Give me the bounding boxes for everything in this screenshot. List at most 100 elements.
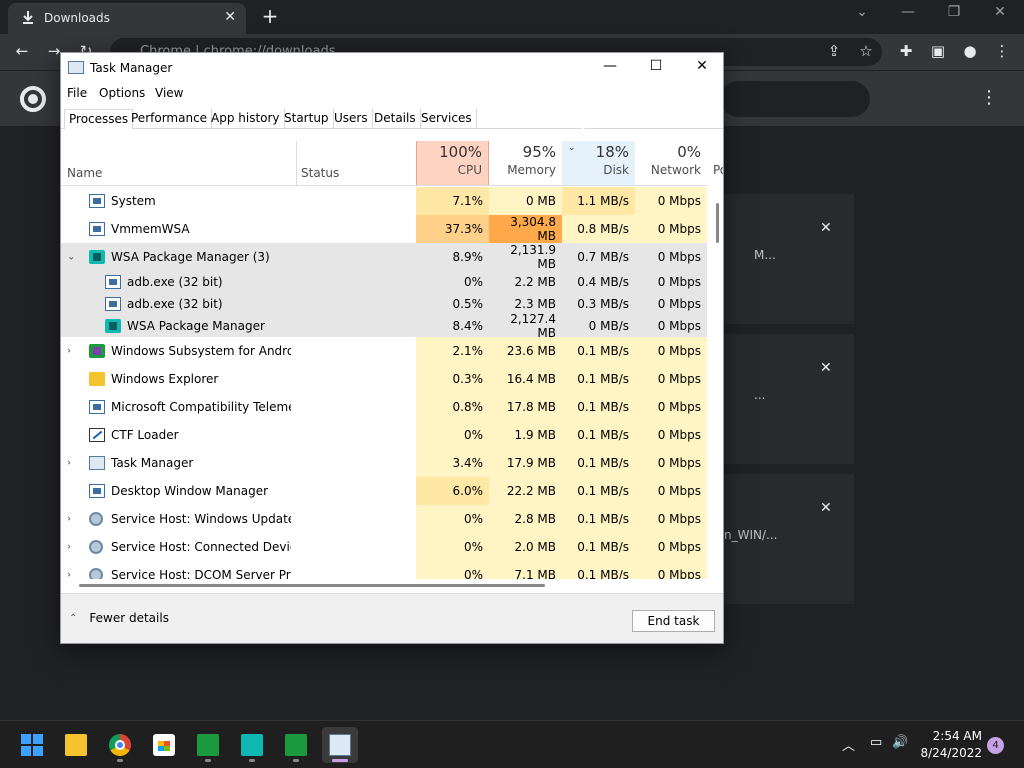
back-icon[interactable]: ← (12, 42, 32, 60)
chevron-right-icon[interactable]: › (67, 570, 71, 580)
taskbar-android-app[interactable] (278, 727, 314, 763)
downloads-search-input[interactable] (720, 81, 870, 117)
bookmark-star-icon[interactable]: ☆ (856, 42, 876, 60)
taskbar-store[interactable] (146, 727, 182, 763)
taskbar-chrome[interactable] (102, 727, 138, 763)
tab-users[interactable]: Users (330, 109, 373, 129)
memory-value: 7.1 MB (489, 561, 562, 579)
process-name: Windows Subsystem for Androi... (111, 344, 291, 358)
disk-value: 0.1 MB/s (562, 365, 635, 393)
end-task-button[interactable]: End task (632, 610, 715, 632)
taskbar-task-manager[interactable] (322, 727, 358, 763)
process-row[interactable]: › Windows Subsystem for Androi... 2.1% 23.6… (61, 337, 707, 365)
clock-time[interactable]: 2:54 AM (928, 729, 982, 743)
memory-value: 2.8 MB (489, 505, 562, 533)
process-name: Microsoft Compatibility Teleme... (111, 400, 291, 414)
column-disk[interactable]: ⌄ 18% Disk (562, 141, 635, 185)
tab-downloads[interactable]: Downloads ✕ (8, 3, 246, 34)
network-value: 0 Mbps (635, 449, 707, 477)
downloads-menu-icon[interactable]: ⋮ (980, 87, 998, 108)
disk-value: 1.1 MB/s (562, 187, 635, 215)
chevron-right-icon[interactable]: › (67, 458, 71, 469)
vertical-scroll-thumb[interactable] (716, 203, 719, 243)
process-row[interactable]: adb.exe (32 bit) 0% 2.2 MB 0.4 MB/s 0 Mbps (61, 271, 707, 293)
process-row[interactable]: CTF Loader 0% 1.9 MB 0.1 MB/s 0 Mbps (61, 421, 707, 449)
menu-options[interactable]: Options (99, 86, 145, 100)
chevron-right-icon[interactable]: › (67, 542, 71, 553)
maximize-button[interactable]: ☐ (641, 58, 671, 74)
tab-app-history[interactable]: App history (207, 109, 285, 129)
process-row[interactable]: Microsoft Compatibility Teleme... 0.8% 17.… (61, 393, 707, 421)
task-manager-titlebar[interactable]: Task Manager — ☐ ✕ (61, 53, 723, 83)
start-button[interactable] (14, 727, 50, 763)
process-row[interactable]: Desktop Window Manager 6.0% 22.2 MB 0.1 MB/… (61, 477, 707, 505)
tab-search-icon[interactable]: ⌄ (852, 4, 872, 20)
new-tab-button[interactable]: + (260, 4, 280, 28)
process-row[interactable]: › Service Host: DCOM Server Proc... 0%7.1 … (61, 561, 707, 579)
volume-icon[interactable]: 🔊 (892, 735, 908, 750)
tab-startup[interactable]: Startup (280, 109, 334, 129)
chrome-logo-icon (20, 86, 46, 112)
tab-services[interactable]: Services (417, 109, 477, 129)
memory-value: 23.6 MB (489, 337, 562, 365)
download-filename[interactable]: n_WIN/... (724, 528, 777, 542)
extensions-icon[interactable]: ✚ (896, 42, 916, 60)
chrome-menu-icon[interactable]: ⋮ (992, 42, 1012, 60)
taskbar-android-subsystem[interactable] (190, 727, 226, 763)
side-panel-icon[interactable]: ▣ (928, 42, 948, 60)
horizontal-scroll-thumb[interactable] (79, 584, 545, 587)
chrome-icon (109, 734, 131, 756)
download-remove-icon[interactable]: ✕ (820, 360, 832, 376)
tab-processes[interactable]: Processes (64, 109, 134, 130)
tab-performance[interactable]: Performance (127, 109, 213, 129)
process-row[interactable]: System 7.1% 0 MB 1.1 MB/s 0 Mbps (61, 187, 707, 215)
column-network[interactable]: 0% Network (635, 141, 707, 185)
column-status[interactable]: Status (301, 166, 339, 180)
clock-date[interactable]: 8/24/2022 (920, 746, 982, 760)
process-row[interactable]: › Service Host: Windows Update 0% 2.8 MB 0.1… (61, 505, 707, 533)
tab-close-icon[interactable]: ✕ (224, 9, 236, 25)
chrome-minimize-button[interactable]: — (898, 4, 918, 20)
menu-file[interactable]: File (67, 86, 87, 100)
process-row[interactable]: › Task Manager 3.4% 17.9 MB 0.1 MB/s 0 Mbps (61, 449, 707, 477)
network-icon[interactable]: ▭ (870, 735, 882, 750)
chrome-restore-button[interactable]: ❐ (944, 4, 964, 20)
fewer-details-button[interactable]: ⌃ Fewer details (69, 611, 169, 625)
column-power[interactable]: Po (707, 141, 723, 185)
column-cpu[interactable]: 100% CPU (416, 141, 489, 185)
process-row[interactable]: ⌄ WSA Package Manager (3) 8.9% 2,131.9 MB 0.… (61, 243, 707, 271)
share-icon[interactable]: ⇪ (824, 42, 844, 60)
column-name[interactable]: Name (67, 166, 102, 180)
vertical-scrollbar[interactable] (711, 187, 723, 579)
chevron-down-icon[interactable]: ⌄ (67, 252, 75, 263)
process-row[interactable]: Windows Explorer 0.3% 16.4 MB 0.1 MB/s 0 Mbp… (61, 365, 707, 393)
notification-badge[interactable]: 4 (987, 737, 1004, 754)
process-name: Windows Explorer (111, 372, 219, 386)
download-filename[interactable]: ... (754, 388, 765, 402)
chevron-right-icon[interactable]: › (67, 346, 71, 357)
tab-details[interactable]: Details (370, 109, 421, 129)
process-row[interactable]: VmmemWSA 37.3% 3,304.8 MB 0.8 MB/s 0 Mbps (61, 215, 707, 243)
process-row[interactable]: › Service Host: Connected Device... 0%2.0 … (61, 533, 707, 561)
chrome-close-button[interactable]: ✕ (990, 4, 1010, 20)
profile-icon[interactable]: ● (960, 42, 980, 60)
disk-value: 0.7 MB/s (562, 243, 635, 271)
network-value: 0 Mbps (635, 187, 707, 215)
memory-value: 3,304.8 MB (489, 215, 562, 243)
menu-view[interactable]: View (155, 86, 183, 100)
column-memory[interactable]: 95% Memory (489, 141, 562, 185)
tray-overflow-icon[interactable]: ︿ (842, 735, 855, 754)
minimize-button[interactable]: — (595, 58, 625, 74)
chevron-up-icon: ⌃ (69, 612, 78, 624)
horizontal-scrollbar[interactable] (61, 579, 707, 591)
download-remove-icon[interactable]: ✕ (820, 220, 832, 236)
process-row[interactable]: adb.exe (32 bit) 0.5% 2.3 MB 0.3 MB/s 0 Mbps (61, 293, 707, 315)
download-remove-icon[interactable]: ✕ (820, 500, 832, 516)
close-button[interactable]: ✕ (687, 58, 717, 74)
process-row[interactable]: WSA Package Manager 8.4% 2,127.4 MB 0 MB/s 0… (61, 312, 707, 340)
download-filename[interactable]: M... (754, 248, 776, 262)
taskbar-file-explorer[interactable] (58, 727, 94, 763)
taskbar-wsa-package-manager[interactable] (234, 727, 270, 763)
chevron-right-icon[interactable]: › (67, 514, 71, 525)
gear-icon (89, 568, 103, 579)
